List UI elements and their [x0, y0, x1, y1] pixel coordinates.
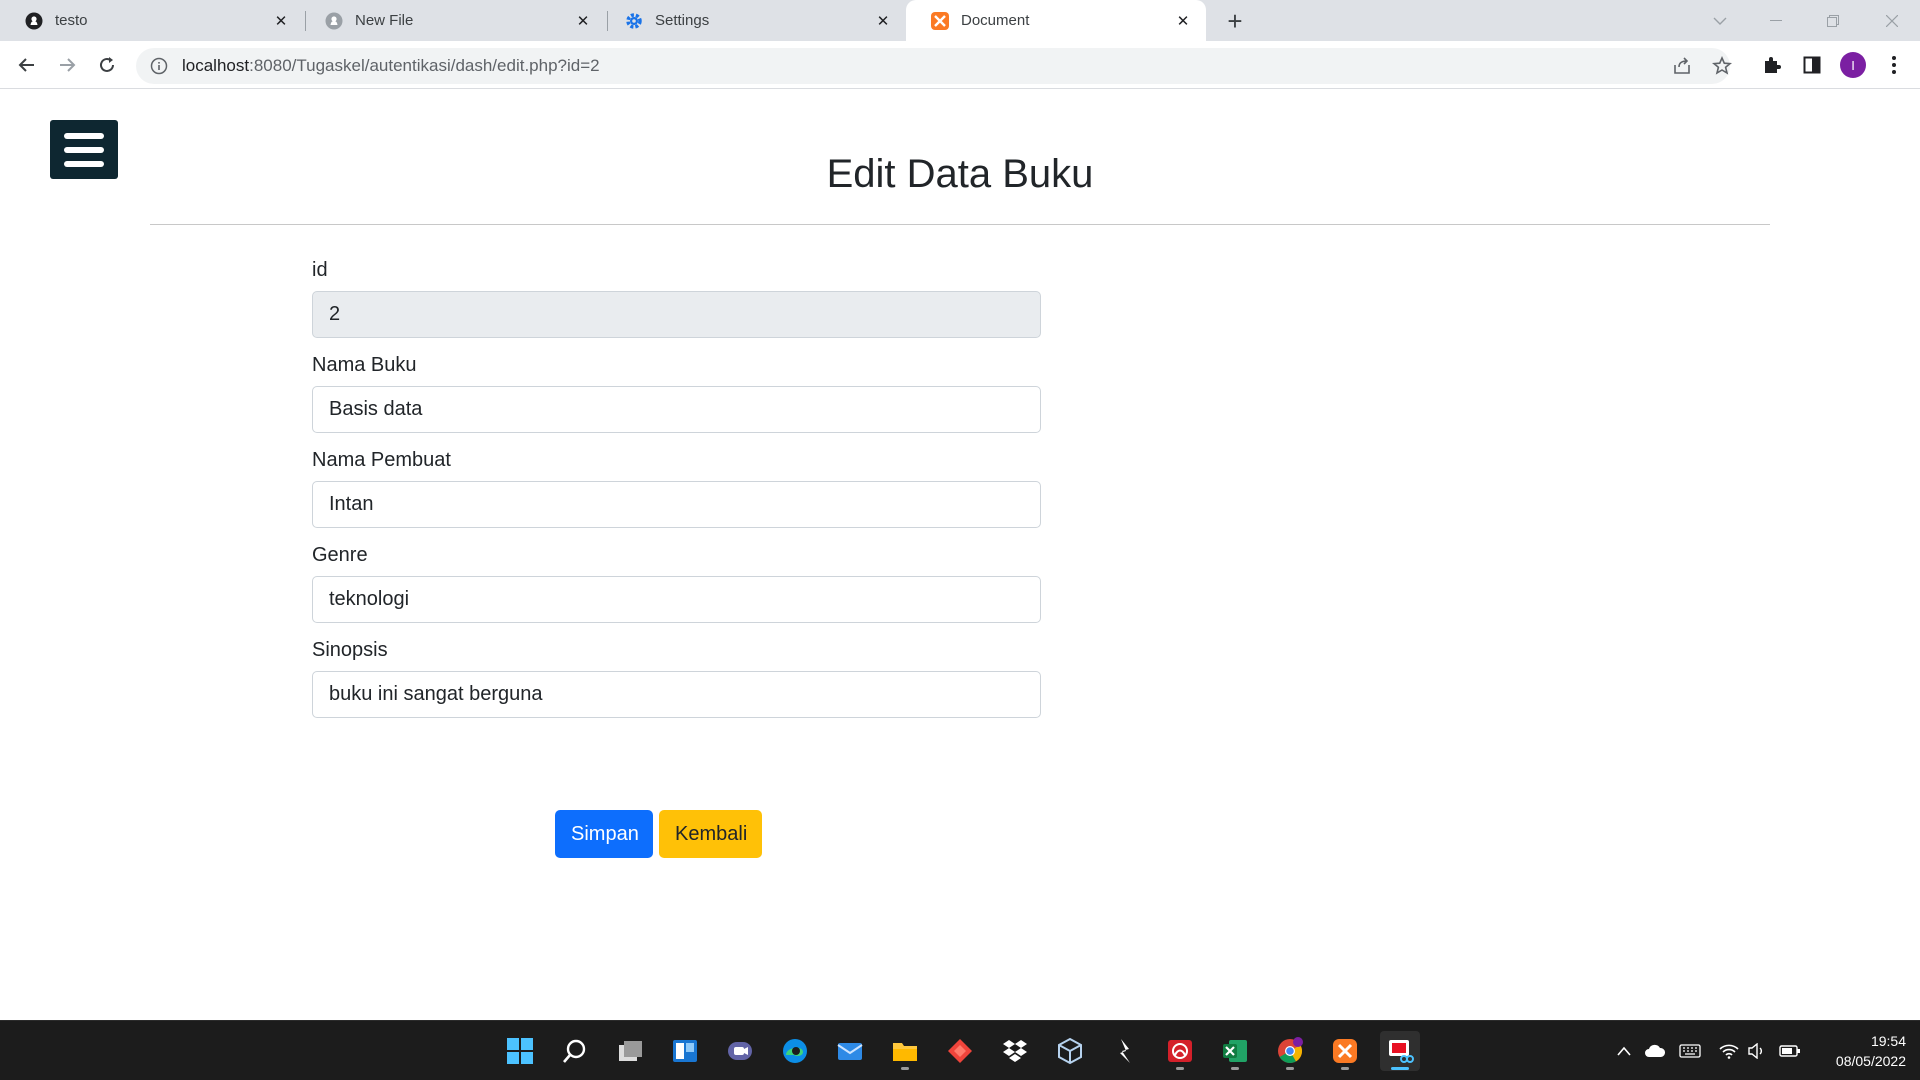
- forward-button[interactable]: [51, 49, 83, 81]
- divider: [150, 224, 1770, 225]
- new-tab-button[interactable]: +: [1222, 6, 1248, 36]
- edit-book-form: id Nama Buku Nama Pembuat Genre Sinopsis: [312, 255, 1041, 730]
- browser-toolbar: localhost:8080/Tugaskel/autentikasi/dash…: [0, 41, 1920, 89]
- genre-label: Genre: [312, 544, 368, 566]
- edge-icon[interactable]: [775, 1031, 815, 1071]
- github-icon: [24, 11, 43, 30]
- id-label: id: [312, 259, 328, 281]
- form-actions: Simpan Kembali: [555, 810, 762, 858]
- chrome-icon[interactable]: [1270, 1031, 1310, 1071]
- running-indicator: [901, 1067, 909, 1070]
- xampp-icon: [930, 11, 949, 30]
- teams-chat-icon[interactable]: [720, 1031, 760, 1071]
- menu-bar: [64, 132, 104, 139]
- minimize-button[interactable]: [1748, 0, 1804, 41]
- close-tab-icon[interactable]: ✕: [1172, 10, 1194, 32]
- nama-buku-field[interactable]: [312, 386, 1041, 433]
- git-icon[interactable]: [1105, 1031, 1145, 1071]
- page-title: Edit Data Buku: [826, 152, 1094, 196]
- running-indicator: [1341, 1067, 1349, 1070]
- volume-icon[interactable]: [1745, 1039, 1769, 1063]
- snipping-tool-icon[interactable]: [1380, 1031, 1420, 1071]
- tab-testo[interactable]: testo ✕: [0, 0, 304, 41]
- tab-title: testo: [55, 12, 88, 29]
- more-menu-icon[interactable]: [1878, 49, 1910, 81]
- browser-tab-strip: testo ✕ New File ✕ Settings ✕ Document ✕…: [0, 0, 1920, 41]
- tray-overflow-icon[interactable]: [1612, 1039, 1636, 1063]
- running-indicator: [1286, 1067, 1294, 1070]
- url-text: localhost:8080/Tugaskel/autentikasi/dash…: [182, 56, 600, 76]
- restore-button[interactable]: [1805, 0, 1861, 41]
- tab-settings[interactable]: Settings ✕: [600, 0, 906, 41]
- keyboard-icon[interactable]: [1678, 1039, 1702, 1063]
- widgets-icon[interactable]: [665, 1031, 705, 1071]
- id-field: [312, 291, 1041, 338]
- anydesk-icon[interactable]: [940, 1031, 980, 1071]
- system-clock[interactable]: 19:54 08/05/2022: [1810, 1031, 1906, 1071]
- windows-start-icon[interactable]: [500, 1031, 540, 1071]
- profile-avatar[interactable]: I: [1840, 52, 1866, 78]
- wifi-icon[interactable]: [1717, 1039, 1741, 1063]
- battery-icon[interactable]: [1778, 1039, 1802, 1063]
- url-path: :8080/Tugaskel/autentikasi/dash/edit.php…: [249, 56, 600, 75]
- search-icon[interactable]: [555, 1031, 595, 1071]
- close-tab-icon[interactable]: ✕: [872, 10, 894, 32]
- clock-time: 19:54: [1870, 1033, 1906, 1049]
- address-bar[interactable]: localhost:8080/Tugaskel/autentikasi/dash…: [136, 48, 1733, 84]
- running-indicator: [1231, 1067, 1239, 1070]
- tab-title: Document: [961, 12, 1030, 29]
- acrobat-icon[interactable]: [1160, 1031, 1200, 1071]
- side-panel-icon[interactable]: [1796, 49, 1828, 81]
- simpan-button[interactable]: Simpan: [555, 810, 653, 858]
- close-window-button[interactable]: [1864, 0, 1920, 41]
- nama-buku-label: Nama Buku: [312, 354, 417, 376]
- tab-new-file[interactable]: New File ✕: [300, 0, 606, 41]
- url-host: localhost: [182, 56, 250, 75]
- reload-button[interactable]: [91, 49, 123, 81]
- running-indicator: [1391, 1067, 1409, 1070]
- tab-search-icon[interactable]: [1692, 0, 1748, 41]
- close-tab-icon[interactable]: ✕: [270, 10, 292, 32]
- virtualbox-icon[interactable]: [1050, 1031, 1090, 1071]
- running-indicator: [1176, 1067, 1184, 1070]
- gear-icon: [624, 11, 643, 30]
- windows-taskbar: 19:54 08/05/2022: [0, 1020, 1920, 1080]
- close-tab-icon[interactable]: ✕: [572, 10, 594, 32]
- bookmark-star-icon[interactable]: [1711, 55, 1733, 77]
- file-explorer-icon[interactable]: [885, 1031, 925, 1071]
- github-icon: [324, 11, 343, 30]
- nama-pembuat-field[interactable]: [312, 481, 1041, 528]
- sinopsis-field[interactable]: [312, 671, 1041, 718]
- tab-title: Settings: [655, 12, 710, 29]
- onedrive-icon[interactable]: [1643, 1039, 1667, 1063]
- excel-icon[interactable]: [1215, 1031, 1255, 1071]
- site-info-icon[interactable]: [148, 55, 170, 77]
- kembali-button[interactable]: Kembali: [659, 810, 762, 858]
- extensions-icon[interactable]: [1756, 49, 1788, 81]
- nama-pembuat-label: Nama Pembuat: [312, 449, 451, 471]
- clock-date: 08/05/2022: [1835, 1053, 1906, 1069]
- xampp-icon[interactable]: [1325, 1031, 1365, 1071]
- share-icon[interactable]: [1671, 55, 1693, 77]
- page-content: Edit Data Buku id Nama Buku Nama Pembuat…: [0, 90, 1920, 1020]
- back-button[interactable]: [11, 49, 43, 81]
- sinopsis-label: Sinopsis: [312, 639, 388, 661]
- genre-field[interactable]: [312, 576, 1041, 623]
- mail-icon[interactable]: [830, 1031, 870, 1071]
- dropbox-icon[interactable]: [995, 1031, 1035, 1071]
- tab-title: New File: [355, 12, 414, 29]
- task-view-icon[interactable]: [610, 1031, 650, 1071]
- tab-document[interactable]: Document ✕: [906, 0, 1206, 41]
